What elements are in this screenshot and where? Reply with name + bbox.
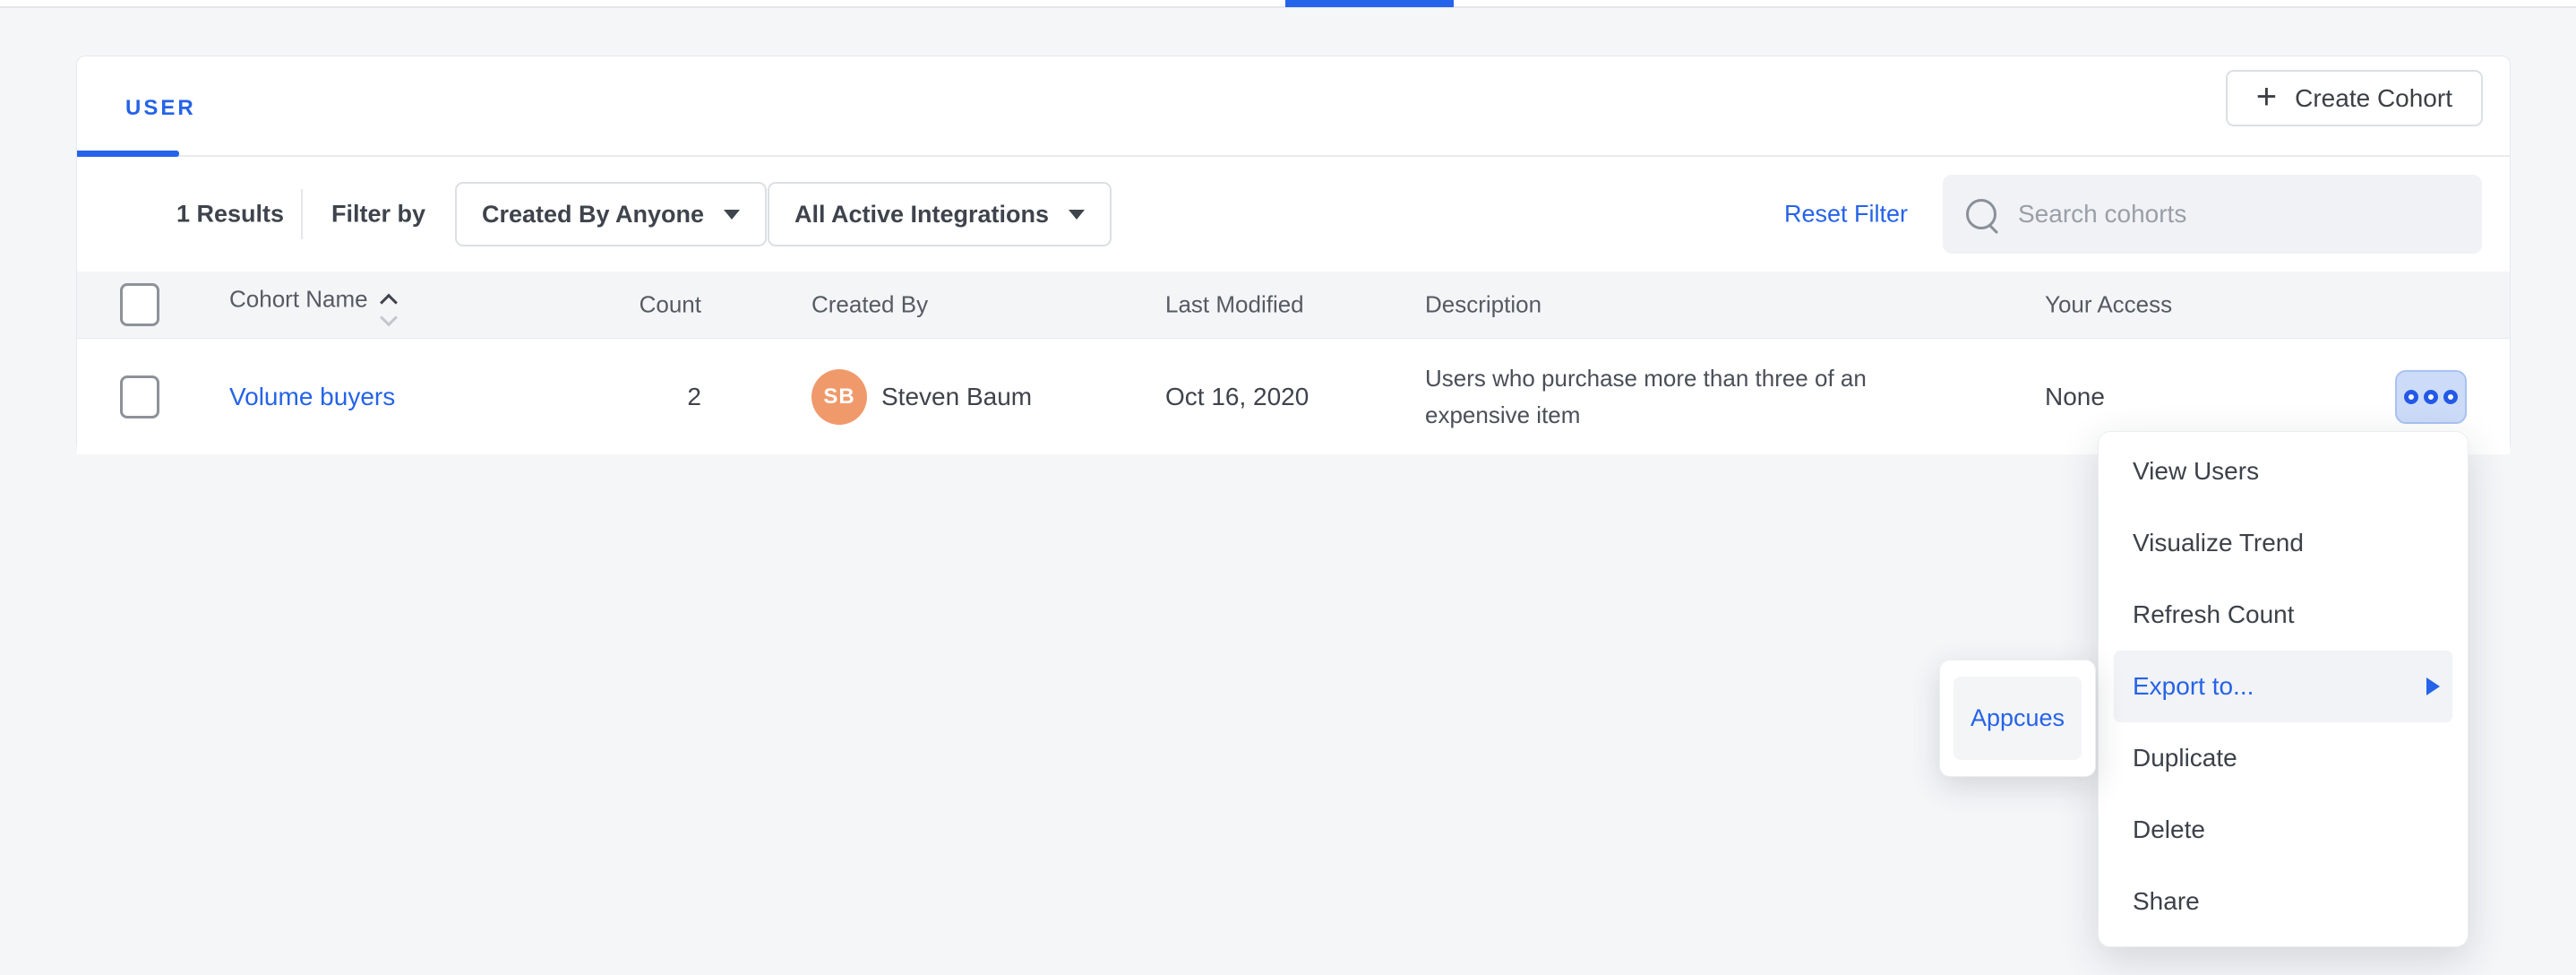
menu-item-visualize-trend[interactable]: Visualize Trend xyxy=(2099,507,2468,579)
chevron-down-icon xyxy=(724,210,740,220)
divider xyxy=(301,189,303,239)
search-box[interactable] xyxy=(1943,175,2482,254)
header-created-by: Created By xyxy=(811,291,928,319)
search-icon xyxy=(1966,199,1996,229)
description-cell: Users who purchase more than three of an… xyxy=(1425,360,1927,434)
cohorts-panel: USER + Create Cohort 1 Results Filter by… xyxy=(76,56,2511,453)
menu-item-label: Delete xyxy=(2133,815,2205,844)
menu-item-label: Visualize Trend xyxy=(2133,529,2304,557)
filter-bar: 1 Results Filter by Created By Anyone Al… xyxy=(77,157,2510,272)
results-count: 1 Results xyxy=(176,201,284,229)
reset-filter-link[interactable]: Reset Filter xyxy=(1784,201,1908,229)
menu-item-duplicate[interactable]: Duplicate xyxy=(2099,722,2468,794)
cohort-name-link[interactable]: Volume buyers xyxy=(229,383,395,411)
integrations-dropdown[interactable]: All Active Integrations xyxy=(768,182,1112,246)
row-context-menu: View Users Visualize Trend Refresh Count… xyxy=(2098,431,2469,947)
select-all-checkbox-cell xyxy=(120,283,159,326)
menu-item-delete[interactable]: Delete xyxy=(2099,794,2468,866)
tab-user[interactable]: USER xyxy=(125,96,196,121)
cohort-count: 2 xyxy=(435,383,701,411)
avatar: SB xyxy=(811,369,867,425)
header-count: Count xyxy=(435,291,701,319)
ellipsis-icon xyxy=(2404,390,2418,404)
header-cohort-name-label: Cohort Name xyxy=(229,286,368,313)
menu-item-share[interactable]: Share xyxy=(2099,866,2468,937)
menu-item-export-to[interactable]: Export to... xyxy=(2114,651,2452,722)
create-cohort-button-label: Create Cohort xyxy=(2295,84,2452,113)
triangle-right-icon xyxy=(2426,677,2440,695)
integrations-dropdown-label: All Active Integrations xyxy=(794,201,1049,229)
table-header-row: Cohort Name Count Created By Last Modifi… xyxy=(77,272,2510,339)
menu-item-label: Share xyxy=(2133,887,2200,916)
menu-item-label: Export to... xyxy=(2133,672,2254,701)
header-last-modified: Last Modified xyxy=(1165,291,1304,319)
header-cohort-name[interactable]: Cohort Name xyxy=(229,286,395,324)
ellipsis-icon xyxy=(2424,390,2438,404)
tabs-row: USER + Create Cohort xyxy=(77,56,2510,157)
row-checkbox[interactable] xyxy=(120,375,159,418)
last-modified-cell: Oct 16, 2020 xyxy=(1165,383,1309,411)
chevron-down-icon xyxy=(1069,210,1085,220)
header-description: Description xyxy=(1425,291,1541,319)
search-input[interactable] xyxy=(2016,199,2459,229)
menu-item-view-users[interactable]: View Users xyxy=(2099,436,2468,507)
created-by-dropdown[interactable]: Created By Anyone xyxy=(455,182,767,246)
created-by-dropdown-label: Created By Anyone xyxy=(482,201,704,229)
created-by-cell: SB Steven Baum xyxy=(811,369,1032,425)
menu-item-label: View Users xyxy=(2133,457,2259,486)
created-by-name: Steven Baum xyxy=(881,383,1032,411)
menu-item-label: Duplicate xyxy=(2133,744,2237,772)
create-cohort-button[interactable]: + Create Cohort xyxy=(2226,70,2483,126)
row-more-options-button[interactable] xyxy=(2395,370,2467,424)
header-your-access: Your Access xyxy=(2045,291,2172,319)
export-submenu: Appcues xyxy=(1939,660,2096,777)
submenu-item-appcues[interactable]: Appcues xyxy=(1953,677,2082,760)
select-all-checkbox[interactable] xyxy=(120,283,159,326)
top-nav-strip xyxy=(0,0,2576,8)
sort-arrows-icon[interactable] xyxy=(382,297,395,324)
top-nav-active-tab-indicator xyxy=(1285,0,1454,7)
row-checkbox-cell xyxy=(120,375,159,418)
your-access-cell: None xyxy=(2045,383,2105,411)
menu-item-refresh-count[interactable]: Refresh Count xyxy=(2099,579,2468,651)
ellipsis-icon xyxy=(2443,390,2458,404)
menu-item-label: Refresh Count xyxy=(2133,600,2295,629)
filter-by-label: Filter by xyxy=(331,201,425,229)
tab-user-active-underline xyxy=(77,151,179,157)
